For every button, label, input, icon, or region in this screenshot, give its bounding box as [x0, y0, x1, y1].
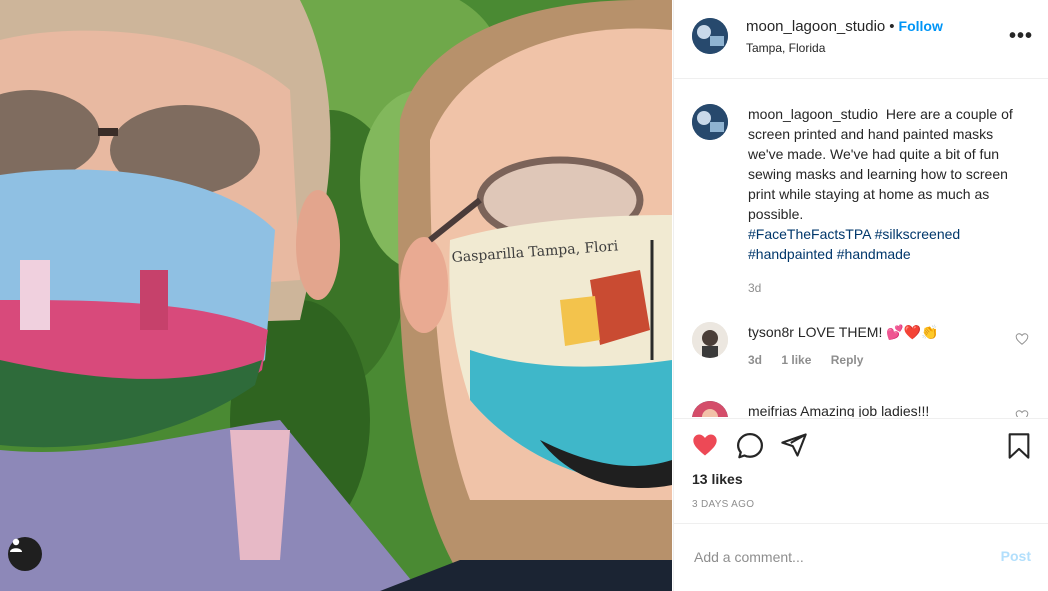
author-avatar[interactable]: [692, 18, 728, 54]
person-icon: [10, 538, 22, 552]
hashtag-link[interactable]: #handmade: [837, 246, 911, 262]
add-comment-bar: Post: [674, 523, 1048, 590]
comment-likes[interactable]: 1 like: [781, 353, 811, 367]
commenter-avatar[interactable]: [692, 401, 728, 417]
comment-icon[interactable]: [735, 431, 765, 461]
caption: moon_lagoon_studio Here are a couple of …: [748, 104, 1028, 298]
like-heart-icon[interactable]: [690, 431, 720, 459]
caption-time[interactable]: 3d: [748, 278, 1028, 298]
tagged-users-button[interactable]: [8, 537, 42, 571]
commenter-avatar[interactable]: [692, 322, 728, 358]
hashtag-link[interactable]: #FaceTheFactsTPA: [748, 226, 871, 242]
post-header: moon_lagoon_studio • Follow Tampa, Florida…: [674, 0, 1048, 79]
comment-like-icon[interactable]: [1015, 409, 1029, 417]
caption-author[interactable]: moon_lagoon_studio: [748, 106, 878, 122]
separator-dot: •: [889, 18, 895, 35]
comment-item: meifrias Amazing job ladies!!!: [748, 401, 1018, 417]
comment-item: tyson8r LOVE THEM! 💕❤️👏 3d 1 like Reply: [748, 322, 1018, 370]
follow-button[interactable]: Follow: [899, 18, 943, 34]
caption-text: Here are a couple of screen printed and …: [748, 106, 1013, 222]
reply-button[interactable]: Reply: [831, 353, 864, 367]
comment-like-icon[interactable]: [1015, 332, 1029, 346]
comment-input[interactable]: [692, 544, 976, 570]
author-username[interactable]: moon_lagoon_studio: [746, 18, 885, 35]
comment-text: Amazing job ladies!!!: [800, 403, 930, 417]
post-timestamp[interactable]: 3 DAYS AGO: [692, 499, 754, 510]
share-icon[interactable]: [779, 431, 809, 459]
hashtag-link[interactable]: #silkscreened: [875, 226, 961, 242]
avatar-image: [692, 322, 728, 358]
comment-author[interactable]: meifrias: [748, 403, 797, 417]
post-photo[interactable]: Gasparilla Tampa, Flori: [0, 0, 672, 591]
comment-meta: 3d 1 like Reply: [748, 350, 1018, 370]
more-options-icon[interactable]: •••: [1009, 26, 1033, 46]
header-user-row: moon_lagoon_studio • Follow: [746, 18, 943, 35]
likes-count[interactable]: 13 likes: [692, 471, 743, 487]
comment-time[interactable]: 3d: [748, 353, 762, 367]
comments-list[interactable]: moon_lagoon_studio Here are a couple of …: [674, 79, 1048, 417]
bookmark-icon[interactable]: [1005, 431, 1033, 461]
comment-author[interactable]: tyson8r: [748, 324, 794, 340]
comment-emoji: 💕❤️👏: [886, 324, 939, 340]
post-actions: 13 likes 3 DAYS AGO: [674, 418, 1048, 523]
post-side-panel: moon_lagoon_studio • Follow Tampa, Florida…: [673, 0, 1048, 591]
post-comment-button[interactable]: Post: [1001, 548, 1031, 564]
avatar-image: [692, 104, 728, 140]
photo-illustration: Gasparilla Tampa, Flori: [0, 0, 672, 591]
caption-avatar[interactable]: [692, 104, 728, 140]
avatar-image: [692, 18, 728, 54]
post-location[interactable]: Tampa, Florida: [746, 41, 825, 55]
hashtag-link[interactable]: #handpainted: [748, 246, 833, 262]
comment-text: LOVE THEM!: [797, 324, 883, 340]
avatar-image: [692, 401, 728, 417]
